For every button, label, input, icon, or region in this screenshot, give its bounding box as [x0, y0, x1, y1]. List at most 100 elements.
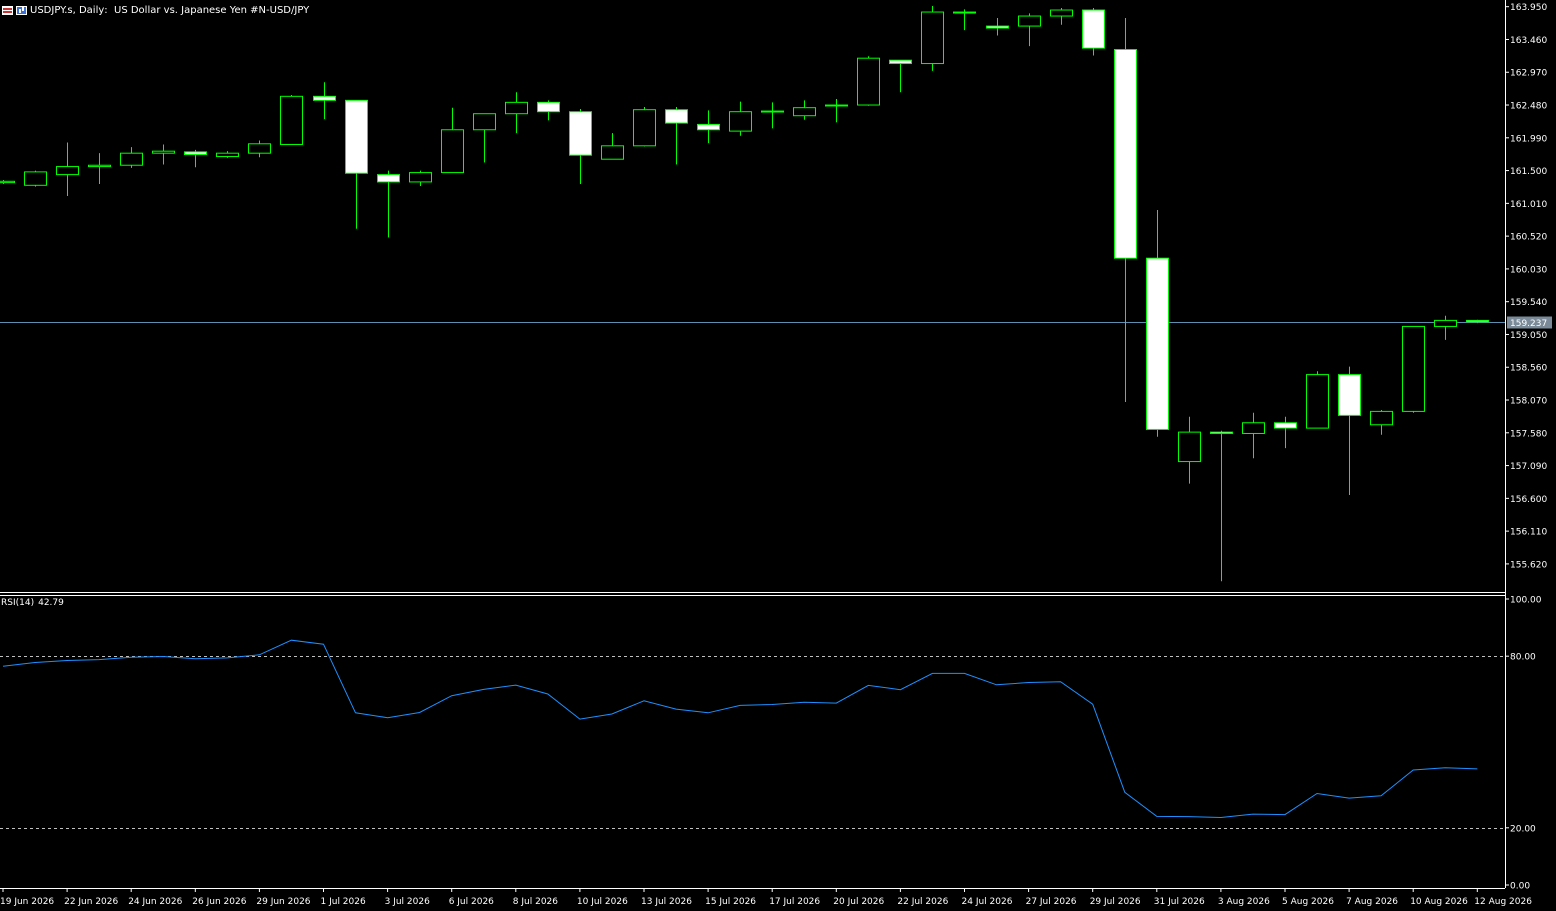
candle-body [120, 152, 143, 166]
candle [537, 100, 560, 121]
candle [345, 99, 368, 229]
candle-body [0, 180, 15, 184]
price-axis: 163.950 163.460 162.970 162.480 161.990 161.5… [1505, 3, 1552, 570]
candle [1146, 210, 1169, 437]
candle-body [569, 111, 592, 156]
candle [1018, 13, 1041, 47]
price-plot [0, 0, 1506, 889]
bar-chart-icon[interactable] [16, 5, 27, 15]
candle [505, 92, 528, 134]
rsi-axis: 100.00 80.00 20.00 0.00 [1505, 596, 1542, 892]
candle-body [1466, 319, 1489, 323]
candle-body [1402, 325, 1425, 412]
candle [857, 56, 880, 106]
candle-body [56, 166, 79, 176]
date-label: 5 Aug 2026 [1282, 897, 1334, 907]
candle [120, 147, 143, 168]
date-label: 8 Jul 2026 [513, 897, 558, 907]
candle-body [505, 101, 528, 115]
candle [1306, 371, 1329, 429]
candle-body [1274, 422, 1297, 429]
date-label: 10 Jul 2026 [577, 897, 628, 907]
rsi-tick-label: 20.00 [1510, 824, 1536, 834]
candle [1210, 430, 1233, 582]
rsi-value: 42.79 [38, 598, 64, 608]
candle [441, 107, 464, 174]
candle-body [857, 57, 880, 106]
candle-body [889, 59, 912, 65]
candle-body [152, 150, 175, 154]
candle [601, 133, 624, 160]
rsi-plot [0, 639, 1505, 829]
date-label: 26 Jun 2026 [192, 897, 246, 907]
candle [1402, 325, 1425, 413]
price-tick-label: 156.600 [1510, 495, 1547, 505]
candle-body [1146, 257, 1169, 430]
candle-body [441, 129, 464, 174]
candle-body [825, 104, 848, 107]
rsi-name: RSI(14) [1, 598, 35, 608]
candle [1338, 366, 1361, 496]
date-label: 22 Jun 2026 [64, 897, 118, 907]
candle-body [729, 111, 752, 132]
time-axis: 19 Jun 2026 22 Jun 2026 24 Jun 2026 26 Jun … [0, 888, 1532, 907]
candle [0, 179, 15, 184]
candle-body [665, 109, 688, 124]
candle-body [986, 25, 1009, 29]
candle-body [601, 145, 624, 160]
price-tick-label: 157.090 [1510, 462, 1547, 472]
symbol-label: USDJPY.s [30, 4, 73, 16]
candle [56, 142, 79, 196]
candle [1274, 416, 1297, 449]
candle-body [345, 99, 368, 174]
candle [184, 149, 207, 168]
rsi-line [2, 639, 1478, 819]
candle [280, 94, 303, 145]
candle [473, 113, 496, 163]
date-label: 3 Jul 2026 [385, 897, 430, 907]
candle-body [1082, 9, 1105, 49]
price-tick-label: 160.520 [1510, 233, 1547, 243]
candle [313, 82, 336, 120]
date-label: 15 Jul 2026 [705, 897, 756, 907]
date-label: 22 Jul 2026 [897, 897, 948, 907]
date-label: 27 Jul 2026 [1026, 897, 1077, 907]
candle-body [1242, 422, 1265, 434]
candle-body [633, 109, 656, 147]
date-label: 29 Jul 2026 [1090, 897, 1141, 907]
date-label: 29 Jun 2026 [256, 897, 310, 907]
candle [1114, 18, 1137, 403]
chart-area[interactable]: 163.950 163.460 162.970 162.480 161.990 161.5… [0, 0, 1556, 911]
rsi-indicator-label: RSI(14) 42.79 [1, 598, 68, 608]
price-tick-label: 163.950 [1510, 3, 1547, 13]
candle-body [697, 123, 720, 131]
price-tick-label: 162.480 [1510, 102, 1547, 112]
rsi-tick-label: 100.00 [1510, 596, 1542, 606]
price-tick-label: 158.070 [1510, 397, 1547, 407]
candle [633, 107, 656, 147]
candle-body [793, 107, 816, 117]
candle [825, 99, 848, 123]
date-label: 24 Jun 2026 [128, 897, 182, 907]
candle-body [24, 171, 47, 186]
price-tick-label: 161.500 [1510, 167, 1547, 177]
date-label: 1 Jul 2026 [321, 897, 366, 907]
rsi-tick-label: 80.00 [1510, 653, 1536, 663]
chart-menu-icon[interactable] [2, 5, 13, 15]
price-tick-label: 162.970 [1510, 69, 1547, 79]
candle-body [1434, 319, 1457, 327]
candle-body [409, 172, 432, 183]
price-tick-label: 163.460 [1510, 36, 1547, 46]
candle-body [1210, 431, 1233, 434]
candle [88, 153, 111, 184]
candle [921, 6, 944, 71]
candle [248, 140, 271, 158]
candle [1434, 315, 1457, 340]
candle-body [1178, 431, 1201, 463]
candle-body [1338, 374, 1361, 416]
candle [889, 59, 912, 93]
candle [1178, 416, 1201, 484]
date-label: 3 Aug 2026 [1218, 897, 1270, 907]
date-label: 20 Jul 2026 [833, 897, 884, 907]
candle-body [473, 113, 496, 131]
